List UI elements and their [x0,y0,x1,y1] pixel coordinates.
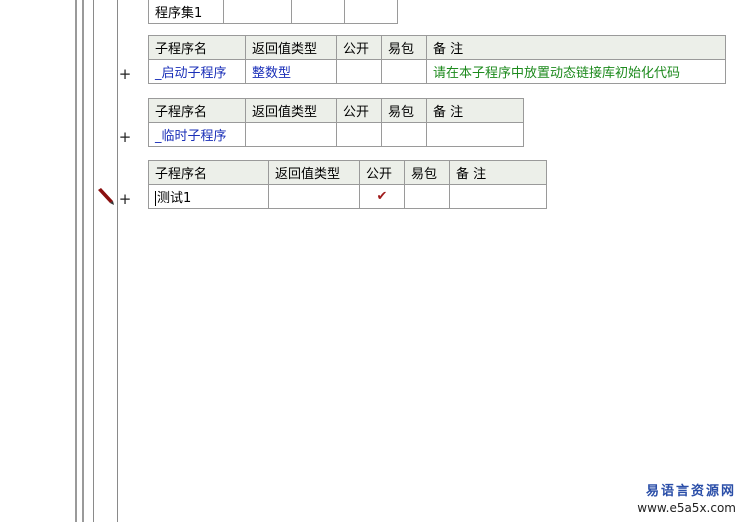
subroutine-table: 子程序名 返回值类型 公开 易包 备 注 测试1 ✔ [148,160,547,209]
subroutine-header-row: 子程序名 返回值类型 公开 易包 备 注 [148,160,547,185]
plus-icon[interactable]: + [118,66,132,82]
text-caret [155,191,156,206]
col-header-return-type: 返回值类型 [268,160,360,185]
return-type-cell[interactable]: 整数型 [245,59,337,84]
note-cell[interactable] [449,184,547,209]
note-cell[interactable]: 请在本子程序中放置动态链接库初始化代码 [426,59,726,84]
gutter-divider [82,0,84,522]
col-header-easy-pack: 易包 [381,98,427,123]
public-cell[interactable] [336,122,382,147]
program-set-table: 程序集1 [148,0,398,24]
breakpoint-margin[interactable] [93,0,118,522]
program-set-cell[interactable] [291,0,345,24]
subroutine-table: 子程序名 返回值类型 公开 易包 备 注 _临时子程序 [148,98,524,147]
plus-icon[interactable]: + [118,191,132,207]
public-cell[interactable]: ✔ [359,184,405,209]
easy-pack-cell[interactable] [404,184,450,209]
checkmark-icon: ✔ [376,189,388,204]
col-header-note: 备 注 [426,98,524,123]
col-header-return-type: 返回值类型 [245,98,337,123]
easy-pack-cell[interactable] [381,122,427,147]
subroutine-name-cell[interactable]: _临时子程序 [148,122,246,147]
col-header-public: 公开 [359,160,405,185]
col-header-public: 公开 [336,98,382,123]
easy-pack-cell[interactable] [381,59,427,84]
subroutine-row: _启动子程序 整数型 请在本子程序中放置动态链接库初始化代码 [148,59,726,84]
plus-icon[interactable]: + [118,129,132,145]
subroutine-name-cell[interactable]: 测试1 [148,184,269,209]
gutter-divider [75,0,77,522]
return-type-cell[interactable] [268,184,360,209]
col-header-name: 子程序名 [148,160,269,185]
subroutine-name-text: 测试1 [157,191,192,206]
col-header-easy-pack: 易包 [404,160,450,185]
subroutine-row: 测试1 ✔ [148,184,547,209]
col-header-easy-pack: 易包 [381,35,427,60]
col-header-note: 备 注 [426,35,726,60]
col-header-note: 备 注 [449,160,547,185]
pencil-icon [98,188,114,205]
col-header-name: 子程序名 [148,98,246,123]
col-header-public: 公开 [336,35,382,60]
program-set-cell[interactable] [344,0,398,24]
watermark-url: www.e5a5x.com [637,501,736,515]
watermark: 易语言资源网 www.e5a5x.com [637,484,736,516]
program-set-name[interactable]: 程序集1 [148,0,224,24]
subroutine-name-cell[interactable]: _启动子程序 [148,59,246,84]
subroutine-table: 子程序名 返回值类型 公开 易包 备 注 _启动子程序 整数型 请在本子程序中放… [148,35,726,84]
note-cell[interactable] [426,122,524,147]
subroutine-header-row: 子程序名 返回值类型 公开 易包 备 注 [148,98,524,123]
watermark-title: 易语言资源网 [645,484,736,499]
col-header-name: 子程序名 [148,35,246,60]
col-header-return-type: 返回值类型 [245,35,337,60]
program-set-cell[interactable] [223,0,292,24]
public-cell[interactable] [336,59,382,84]
subroutine-header-row: 子程序名 返回值类型 公开 易包 备 注 [148,35,726,60]
subroutine-row: _临时子程序 [148,122,524,147]
return-type-cell[interactable] [245,122,337,147]
